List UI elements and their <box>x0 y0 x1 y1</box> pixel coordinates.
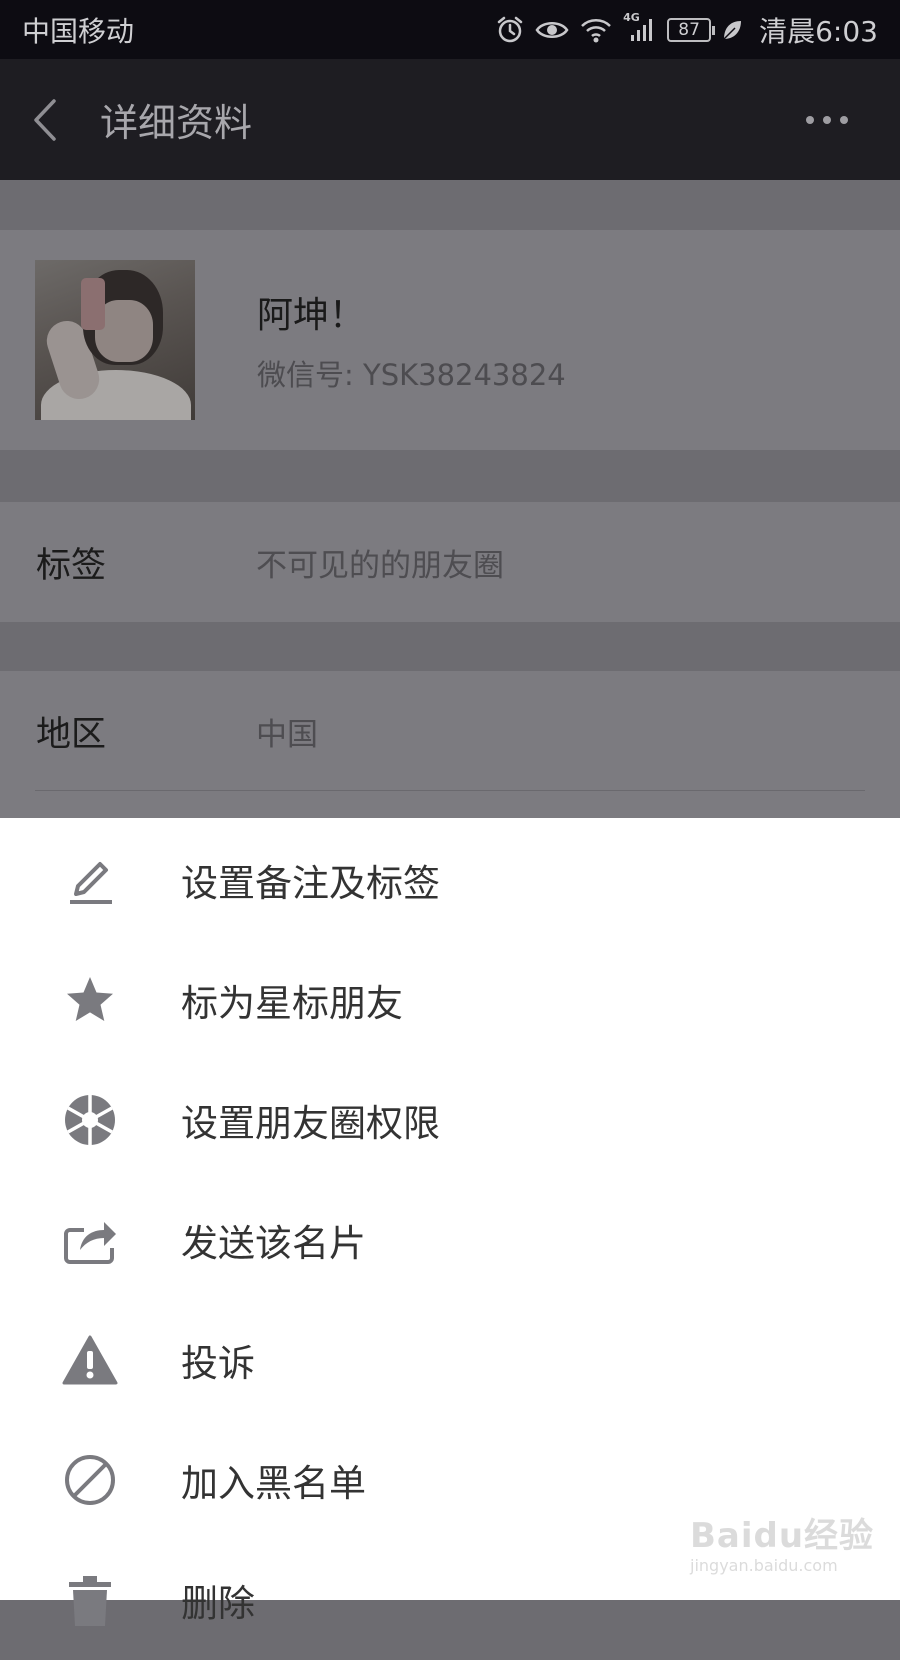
aperture-icon <box>58 1088 122 1152</box>
status-bar: 中国移动 4G 87 清晨6:03 <box>0 0 900 59</box>
tag-row[interactable]: 标签 不可见的的朋友圈 <box>0 502 900 622</box>
menu-item-label: 投诉 <box>181 1342 255 1385</box>
profile-card[interactable]: 阿坤！ 微信号: YSK38243824 <box>0 230 900 450</box>
more-button[interactable] <box>806 115 848 124</box>
region-row: 地区 中国 <box>0 671 900 791</box>
profile-info: 阿坤！ 微信号: YSK38243824 <box>257 286 566 394</box>
avatar[interactable] <box>35 260 195 420</box>
menu-item-star-friend[interactable]: 标为星标朋友 <box>0 940 900 1060</box>
share-icon <box>58 1208 122 1272</box>
region-value: 中国 <box>256 716 318 753</box>
menu-item-report[interactable]: 投诉 <box>0 1300 900 1420</box>
leaf-icon <box>721 18 743 42</box>
menu-item-set-remark[interactable]: 设置备注及标签 <box>0 820 900 940</box>
warning-icon <box>58 1328 122 1392</box>
nav-bar: 详细资料 <box>0 59 900 180</box>
page-title: 详细资料 <box>100 101 253 145</box>
menu-item-label: 删除 <box>181 1582 255 1625</box>
status-icons: 4G 87 清晨6:03 <box>495 10 878 50</box>
chevron-left-icon <box>34 98 56 141</box>
wifi-icon <box>579 16 613 44</box>
more-dots-icon <box>806 115 814 124</box>
menu-item-moments-permission[interactable]: 设置朋友圈权限 <box>0 1060 900 1180</box>
edit-pencil-icon <box>58 848 122 912</box>
alarm-icon <box>495 15 525 45</box>
network-type-label: 4G <box>623 10 640 24</box>
trash-icon <box>58 1568 122 1632</box>
menu-item-send-card[interactable]: 发送该名片 <box>0 1180 900 1300</box>
action-sheet: 设置备注及标签 标为星标朋友 设置朋友圈权限 发送该名片 投诉 加入黑名单 删除 <box>0 818 900 1626</box>
block-icon <box>58 1448 122 1512</box>
watermark-url: jingyan.baidu.com <box>690 1556 838 1575</box>
menu-item-label: 设置朋友圈权限 <box>181 1102 440 1145</box>
region-label: 地区 <box>36 714 107 755</box>
watermark-text: Baidu经验 <box>690 1516 875 1556</box>
wechat-id: 微信号: YSK38243824 <box>257 358 566 392</box>
baidu-watermark: Baidu经验 jingyan.baidu.com <box>690 1500 890 1590</box>
tag-label: 标签 <box>36 545 107 586</box>
menu-item-label: 标为星标朋友 <box>181 982 403 1025</box>
carrier-label: 中国移动 <box>22 14 135 48</box>
profile-name: 阿坤！ <box>257 295 366 336</box>
status-time: 清晨6:03 <box>759 14 878 48</box>
signal-icon: 4G <box>623 11 657 45</box>
menu-item-label: 设置备注及标签 <box>181 862 440 905</box>
battery-indicator: 87 <box>667 17 716 42</box>
star-icon <box>58 968 122 1032</box>
menu-item-label: 发送该名片 <box>181 1222 366 1265</box>
tag-value: 不可见的的朋友圈 <box>256 547 504 584</box>
eye-icon <box>535 17 569 43</box>
back-button[interactable] <box>30 90 70 150</box>
list-continuation <box>0 791 900 818</box>
menu-item-label: 加入黑名单 <box>181 1462 366 1505</box>
